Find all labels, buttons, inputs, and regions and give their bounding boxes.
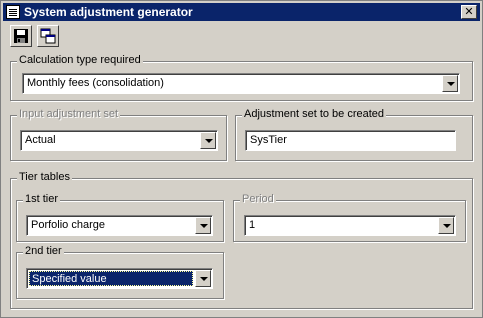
floppy-disk-icon: [14, 29, 28, 43]
close-button[interactable]: ✕: [461, 5, 477, 19]
chevron-down-icon[interactable]: [442, 75, 458, 92]
save-button[interactable]: [10, 25, 32, 47]
input-adjustment-set-group: Input adjustment set Actual: [10, 108, 227, 161]
calculation-type-group: Calculation type required Monthly fees (…: [10, 54, 473, 101]
second-tier-legend: 2nd tier: [23, 245, 64, 257]
calculation-type-value: Monthly fees (consolidation): [27, 77, 164, 89]
input-adjustment-set-value: Actual: [25, 134, 56, 146]
second-tier-value: Specified value: [29, 271, 193, 286]
window-title: System adjustment generator: [24, 5, 193, 19]
copy-button[interactable]: [37, 25, 59, 47]
period-legend: Period: [240, 193, 276, 205]
second-tier-group: 2nd tier Specified value: [16, 245, 224, 299]
adjustment-set-name-value: SysTier: [250, 134, 287, 146]
chevron-down-icon[interactable]: [195, 270, 211, 287]
calculation-type-legend: Calculation type required: [17, 54, 143, 66]
adjustment-set-name-input[interactable]: SysTier: [245, 130, 456, 151]
second-tier-select[interactable]: Specified value: [26, 268, 213, 289]
period-group: Period 1: [233, 193, 466, 242]
copy-windows-icon: [40, 28, 56, 44]
chevron-down-icon[interactable]: [438, 217, 454, 234]
period-value: 1: [249, 219, 256, 231]
period-select[interactable]: 1: [244, 215, 456, 236]
chevron-down-icon[interactable]: [195, 217, 211, 234]
calculation-type-select[interactable]: Monthly fees (consolidation): [22, 73, 460, 94]
app-document-icon: [6, 5, 20, 19]
output-adjustment-set-legend: Adjustment set to be created: [242, 108, 387, 120]
dialog-window: System adjustment generator ✕ Calculatio…: [0, 0, 483, 318]
chevron-down-icon[interactable]: [200, 132, 216, 149]
tier-tables-legend: Tier tables: [17, 171, 72, 183]
first-tier-legend: 1st tier: [23, 193, 61, 205]
tier-tables-group: Tier tables 1st tier Porfolio charge Per…: [10, 171, 473, 309]
first-tier-select[interactable]: Porfolio charge: [26, 215, 213, 236]
output-adjustment-set-group: Adjustment set to be created SysTier: [235, 108, 473, 161]
input-adjustment-set-legend: Input adjustment set: [17, 108, 121, 120]
input-adjustment-set-select[interactable]: Actual: [20, 130, 218, 151]
title-bar[interactable]: System adjustment generator ✕: [3, 3, 480, 21]
first-tier-group: 1st tier Porfolio charge: [16, 193, 224, 242]
first-tier-value: Porfolio charge: [31, 219, 105, 231]
